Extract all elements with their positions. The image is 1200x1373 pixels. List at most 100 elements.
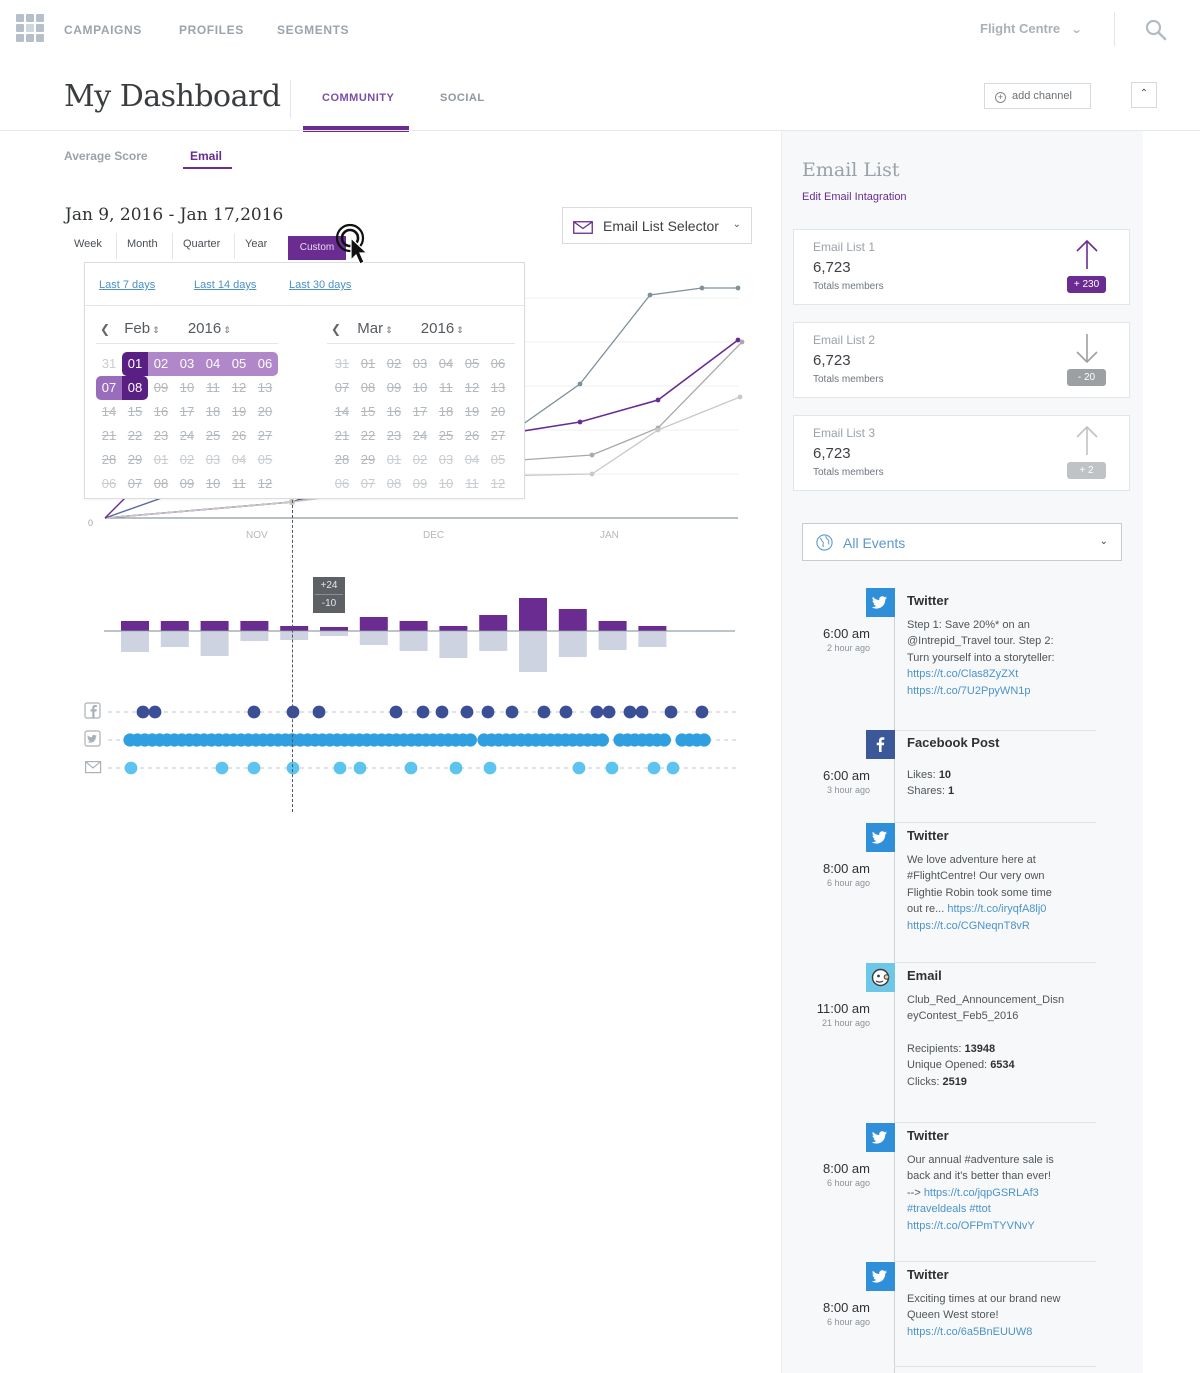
calendar-day[interactable]: 24 [174,424,200,448]
right-year-select[interactable]: 2016 ⇕ [421,320,464,337]
calendar-day[interactable]: 05 [252,448,278,472]
calendar-day[interactable]: 18 [200,400,226,424]
left-month-select[interactable]: Feb ⇕ [124,320,159,337]
calendar-day[interactable]: 05 [485,448,511,472]
calendar-day[interactable]: 08 [122,376,148,400]
calendar-day[interactable]: 22 [355,424,381,448]
calendar-day[interactable]: 24 [407,424,433,448]
subtab-average-score[interactable]: Average Score [64,149,148,163]
calendar-day[interactable]: 07 [329,376,355,400]
calendar-day[interactable]: 12 [252,472,278,496]
events-filter-select[interactable]: All Events ⌄ [802,523,1122,561]
subtab-email[interactable]: Email [190,149,222,163]
calendar-day[interactable]: 11 [226,472,252,496]
calendar-day[interactable]: 03 [433,448,459,472]
calendar-day[interactable]: 21 [96,424,122,448]
calendar-day[interactable]: 26 [226,424,252,448]
left-year-select[interactable]: 2016 ⇕ [188,320,231,337]
collapse-button[interactable]: ⌃ [1131,82,1157,108]
event-link[interactable]: #traveldeals #ttot [907,1201,1097,1217]
calendar-day[interactable]: 26 [459,424,485,448]
email-list-selector[interactable]: Email List Selector ⌄ [562,207,752,244]
calendar-day[interactable]: 07 [96,376,122,400]
edit-email-integration-link[interactable]: Edit Email Intagration [802,191,907,203]
calendar-day[interactable]: 18 [433,400,459,424]
calendar-day[interactable]: 07 [355,472,381,496]
add-channel-button[interactable]: + add channel [984,83,1091,109]
nav-profiles[interactable]: PROFILES [179,23,244,37]
calendar-day[interactable]: 27 [252,424,278,448]
calendar-day[interactable]: 05 [459,352,485,376]
calendar-day[interactable]: 06 [329,472,355,496]
calendar-day[interactable]: 17 [407,400,433,424]
email-list-card[interactable]: Email List 1 6,723 Totals members + 230 [793,229,1130,305]
nav-segments[interactable]: SEGMENTS [277,23,349,37]
event-link[interactable]: https://t.co/jqpGSRLAf3 [924,1187,1039,1199]
calendar-day[interactable]: 12 [459,376,485,400]
calendar-day[interactable]: 16 [148,400,174,424]
tab-community[interactable]: COMMUNITY [322,92,394,104]
apps-grid-icon[interactable] [16,14,44,42]
calendar-day[interactable]: 31 [96,352,122,376]
calendar-day[interactable]: 02 [381,352,407,376]
org-selector[interactable]: Flight Centre ⌄ [980,21,1083,36]
calendar-day[interactable]: 06 [96,472,122,496]
calendar-day[interactable]: 19 [226,400,252,424]
calendar-day[interactable]: 08 [355,376,381,400]
calendar-day[interactable]: 28 [329,448,355,472]
calendar-day[interactable]: 25 [200,424,226,448]
period-month[interactable]: Month [127,238,158,250]
calendar-day[interactable]: 06 [485,352,511,376]
calendar-day[interactable]: 12 [485,472,511,496]
calendar-day[interactable]: 23 [148,424,174,448]
calendar-day[interactable]: 10 [407,376,433,400]
calendar-day[interactable]: 08 [148,472,174,496]
calendar-day[interactable]: 14 [329,400,355,424]
calendar-day[interactable]: 25 [433,424,459,448]
calendar-day[interactable]: 15 [122,400,148,424]
event-link[interactable]: https://t.co/CGNeqnT8vR [907,918,1097,934]
nav-campaigns[interactable]: CAMPAIGNS [64,23,142,37]
calendar-day[interactable]: 28 [96,448,122,472]
calendar-day[interactable]: 16 [381,400,407,424]
calendar-day[interactable]: 05 [226,352,252,376]
calendar-day[interactable]: 04 [200,352,226,376]
calendar-day[interactable]: 11 [433,376,459,400]
calendar-day[interactable]: 15 [355,400,381,424]
calendar-day[interactable]: 01 [148,448,174,472]
calendar-day[interactable]: 01 [355,352,381,376]
event-link[interactable]: https://t.co/Clas8ZyZXt [907,666,1097,682]
calendar-day[interactable]: 20 [485,400,511,424]
calendar-day[interactable]: 11 [459,472,485,496]
calendar-day[interactable]: 19 [459,400,485,424]
calendar-day[interactable]: 09 [174,472,200,496]
calendar-day[interactable]: 10 [433,472,459,496]
calendar-day[interactable]: 02 [174,448,200,472]
calendar-day[interactable]: 02 [407,448,433,472]
quick-last-14-days[interactable]: Last 14 days [194,279,256,291]
calendar-day[interactable]: 17 [174,400,200,424]
calendar-day[interactable]: 10 [200,472,226,496]
calendar-day[interactable]: 07 [122,472,148,496]
calendar-day[interactable]: 08 [381,472,407,496]
calendar-day[interactable]: 22 [122,424,148,448]
event-link[interactable]: https://t.co/7U2PpyWN1p [907,683,1097,699]
period-year[interactable]: Year [245,238,267,250]
calendar-day[interactable]: 01 [381,448,407,472]
calendar-day[interactable]: 09 [407,472,433,496]
quick-last-7-days[interactable]: Last 7 days [99,279,155,291]
calendar-day[interactable]: 21 [329,424,355,448]
chevron-left-icon[interactable]: ❮ [100,322,110,336]
calendar-day[interactable]: 20 [252,400,278,424]
calendar-day[interactable]: 11 [200,376,226,400]
calendar-day[interactable]: 12 [226,376,252,400]
calendar-day[interactable]: 01 [122,352,148,376]
calendar-day[interactable]: 04 [459,448,485,472]
period-week[interactable]: Week [74,238,102,250]
calendar-day[interactable]: 03 [407,352,433,376]
calendar-day[interactable]: 04 [433,352,459,376]
event-link[interactable]: https://t.co/6a5BnEUUW8 [907,1324,1097,1340]
right-month-select[interactable]: Mar ⇕ [357,320,392,337]
tab-social[interactable]: SOCIAL [440,92,485,104]
calendar-day[interactable]: 14 [96,400,122,424]
